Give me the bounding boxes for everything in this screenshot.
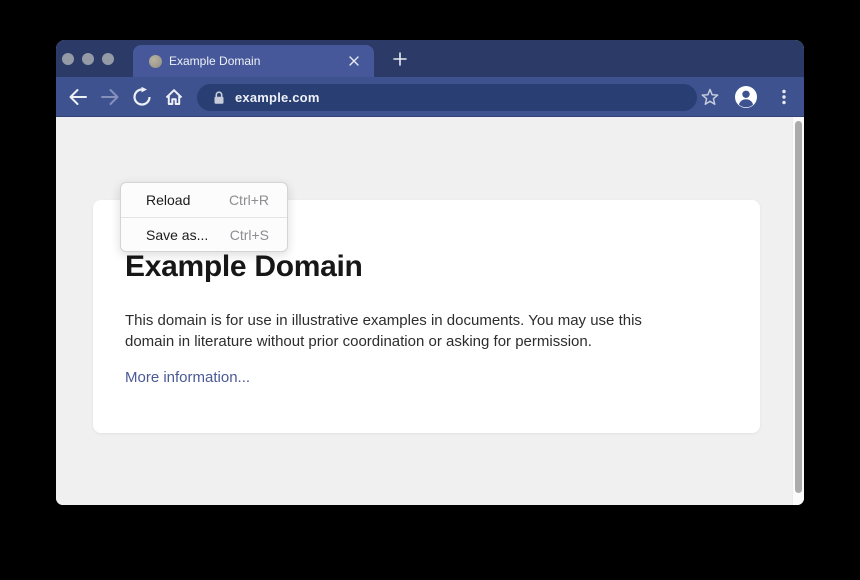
star-icon xyxy=(699,86,721,108)
menu-item-shortcut: Ctrl+R xyxy=(229,192,269,208)
favicon-globe-icon xyxy=(149,55,162,68)
paragraph-line-1: This domain is for use in illustrative e… xyxy=(125,310,728,331)
browser-window: Example Domain xyxy=(56,40,804,505)
forward-button[interactable] xyxy=(94,81,126,113)
window-zoom-button[interactable] xyxy=(102,53,114,65)
menu-item-label: Save as... xyxy=(146,227,208,243)
context-menu-item-save-as[interactable]: Save as... Ctrl+S xyxy=(121,217,287,251)
browser-menu-button[interactable] xyxy=(768,81,800,113)
home-icon xyxy=(164,87,184,107)
tab-close-button[interactable] xyxy=(346,53,362,69)
bookmark-button[interactable] xyxy=(694,81,726,113)
browser-tab[interactable]: Example Domain xyxy=(133,45,374,77)
tab-title: Example Domain xyxy=(169,54,374,68)
window-close-button[interactable] xyxy=(62,53,74,65)
more-information-link[interactable]: More information... xyxy=(125,369,250,386)
close-icon xyxy=(349,56,359,66)
menu-item-label: Reload xyxy=(146,192,190,208)
plus-icon xyxy=(393,52,407,66)
page-viewport: Example Domain This domain is for use in… xyxy=(56,117,804,505)
page-title: Example Domain xyxy=(125,250,728,284)
menu-item-shortcut: Ctrl+S xyxy=(230,227,269,243)
back-arrow-icon xyxy=(68,88,88,106)
profile-button[interactable] xyxy=(730,81,762,113)
avatar-icon xyxy=(734,85,758,109)
kebab-menu-icon xyxy=(774,87,794,107)
home-button[interactable] xyxy=(158,81,190,113)
page-paragraph: This domain is for use in illustrative e… xyxy=(125,310,728,352)
address-bar[interactable]: example.com xyxy=(197,84,697,111)
url-text: example.com xyxy=(235,90,320,105)
context-menu: Reload Ctrl+R Save as... Ctrl+S xyxy=(120,182,288,252)
context-menu-item-reload[interactable]: Reload Ctrl+R xyxy=(121,183,287,217)
padlock-icon[interactable] xyxy=(211,90,227,106)
traffic-lights xyxy=(62,53,114,65)
scrollbar-track[interactable] xyxy=(792,117,804,505)
toolbar: example.com xyxy=(56,77,804,117)
scrollbar-thumb[interactable] xyxy=(795,121,802,493)
reload-icon xyxy=(132,87,152,107)
reload-button[interactable] xyxy=(126,81,158,113)
forward-arrow-icon xyxy=(100,88,120,106)
titlebar: Example Domain xyxy=(56,40,804,77)
paragraph-line-2: domain in literature without prior coord… xyxy=(125,331,728,352)
new-tab-button[interactable] xyxy=(388,47,412,71)
window-minimize-button[interactable] xyxy=(82,53,94,65)
back-button[interactable] xyxy=(62,81,94,113)
screenshot-stage: Example Domain xyxy=(0,0,860,580)
